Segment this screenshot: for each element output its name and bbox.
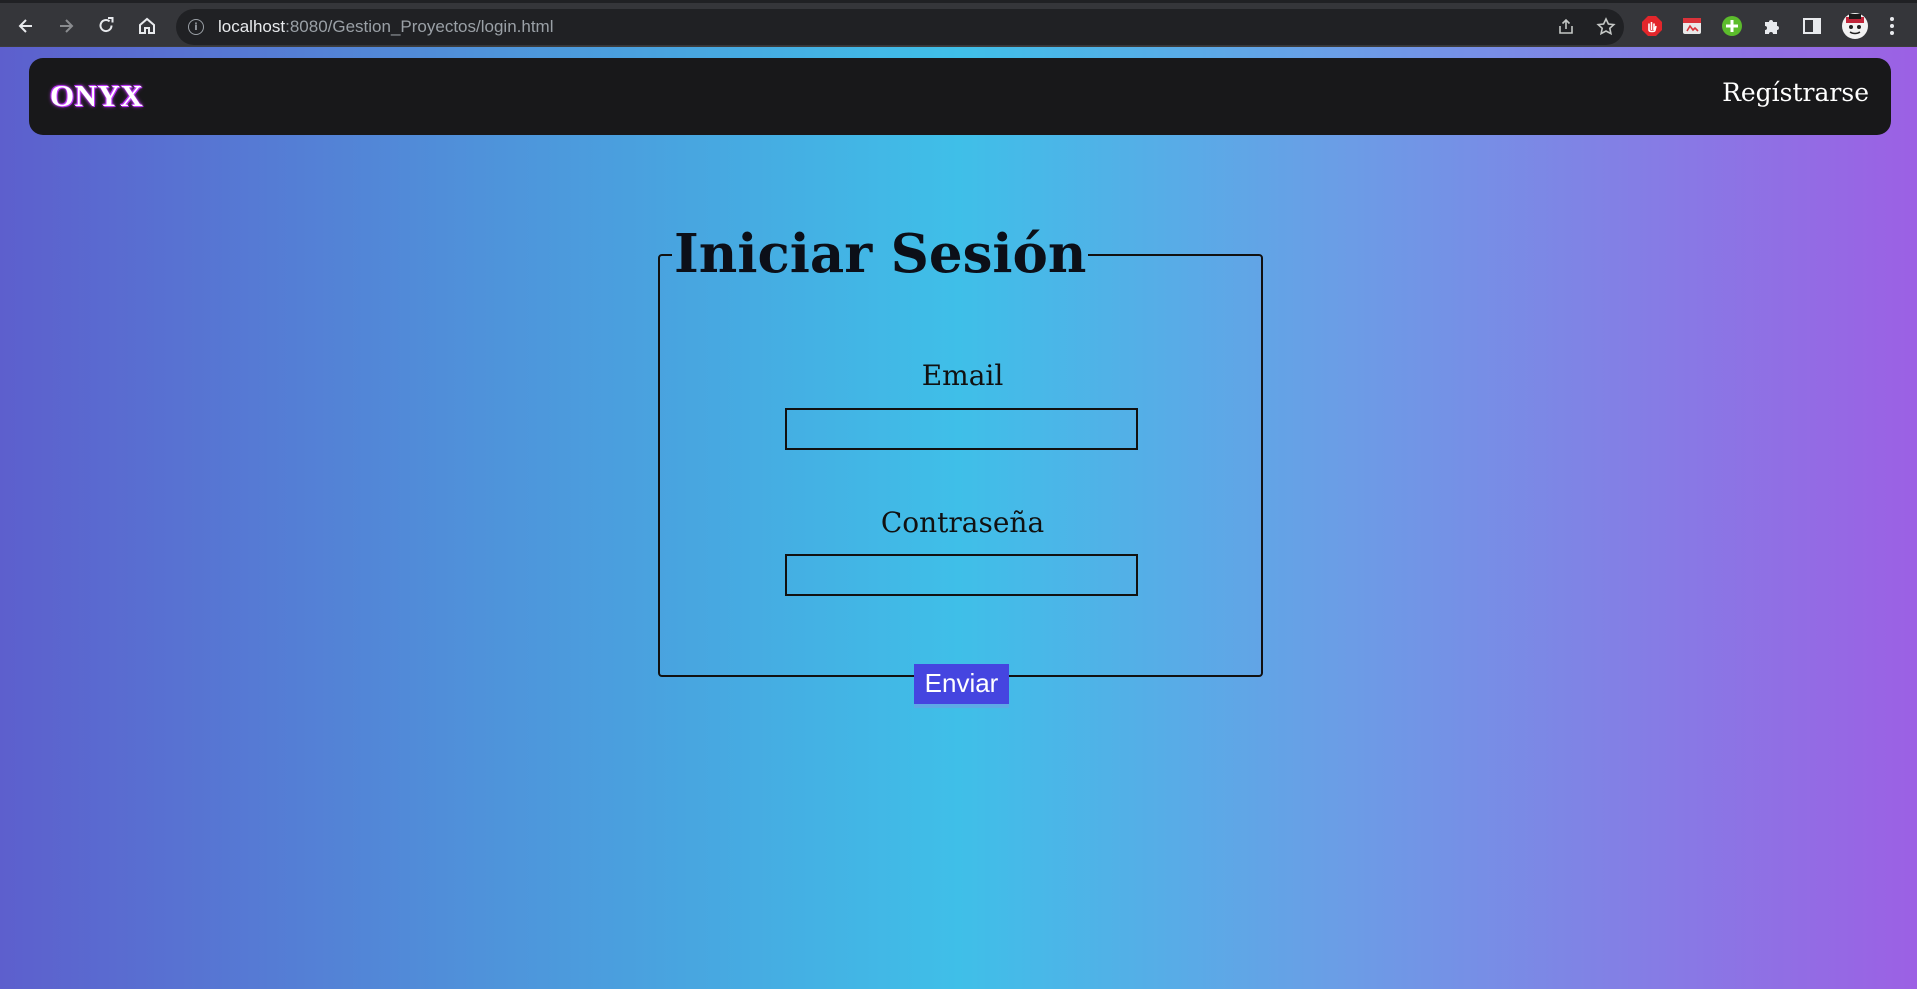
reload-icon[interactable] — [92, 12, 120, 40]
puzzle-extensions-icon[interactable] — [1761, 15, 1783, 37]
site-info-icon[interactable]: i — [188, 19, 204, 35]
top-navbar: ONYX Regístrarse — [29, 58, 1891, 135]
adblock-extension-icon[interactable] — [1641, 15, 1663, 37]
url-host: localhost — [218, 17, 286, 36]
brand-logo[interactable]: ONYX — [50, 78, 143, 114]
submit-button[interactable]: Enviar — [914, 664, 1009, 704]
pdf-extension-icon[interactable] — [1681, 15, 1703, 37]
browser-chrome: i localhost:8080/Gestion_Proyectos/login… — [0, 0, 1917, 46]
address-bar[interactable]: i localhost:8080/Gestion_Proyectos/login… — [176, 9, 1624, 45]
url-path: :8080/Gestion_Proyectos/login.html — [285, 17, 554, 36]
email-field[interactable] — [785, 408, 1138, 450]
kebab-menu-icon[interactable] — [1881, 15, 1903, 37]
browser-toolbar: i localhost:8080/Gestion_Proyectos/login… — [0, 3, 1917, 46]
email-label: Email — [921, 359, 1004, 392]
share-icon[interactable] — [1556, 17, 1576, 37]
page-viewport: ONYX Regístrarse Iniciar Sesión Email Co… — [0, 47, 1917, 989]
password-label: Contraseña — [880, 506, 1045, 539]
url-text: localhost:8080/Gestion_Proyectos/login.h… — [218, 17, 553, 37]
login-title: Iniciar Sesión — [674, 223, 1087, 285]
back-arrow-icon[interactable] — [12, 12, 40, 40]
password-field[interactable] — [785, 554, 1138, 596]
login-form: Iniciar Sesión Email Contraseña Enviar — [658, 223, 1263, 704]
home-icon[interactable] — [133, 12, 161, 40]
forward-arrow-icon[interactable] — [52, 12, 80, 40]
green-plus-extension-icon[interactable] — [1721, 15, 1743, 37]
side-panel-icon[interactable] — [1801, 15, 1823, 37]
profile-avatar-icon[interactable] — [1841, 12, 1869, 40]
register-link[interactable]: Regístrarse — [1722, 78, 1869, 107]
bookmark-star-icon[interactable] — [1596, 17, 1616, 37]
